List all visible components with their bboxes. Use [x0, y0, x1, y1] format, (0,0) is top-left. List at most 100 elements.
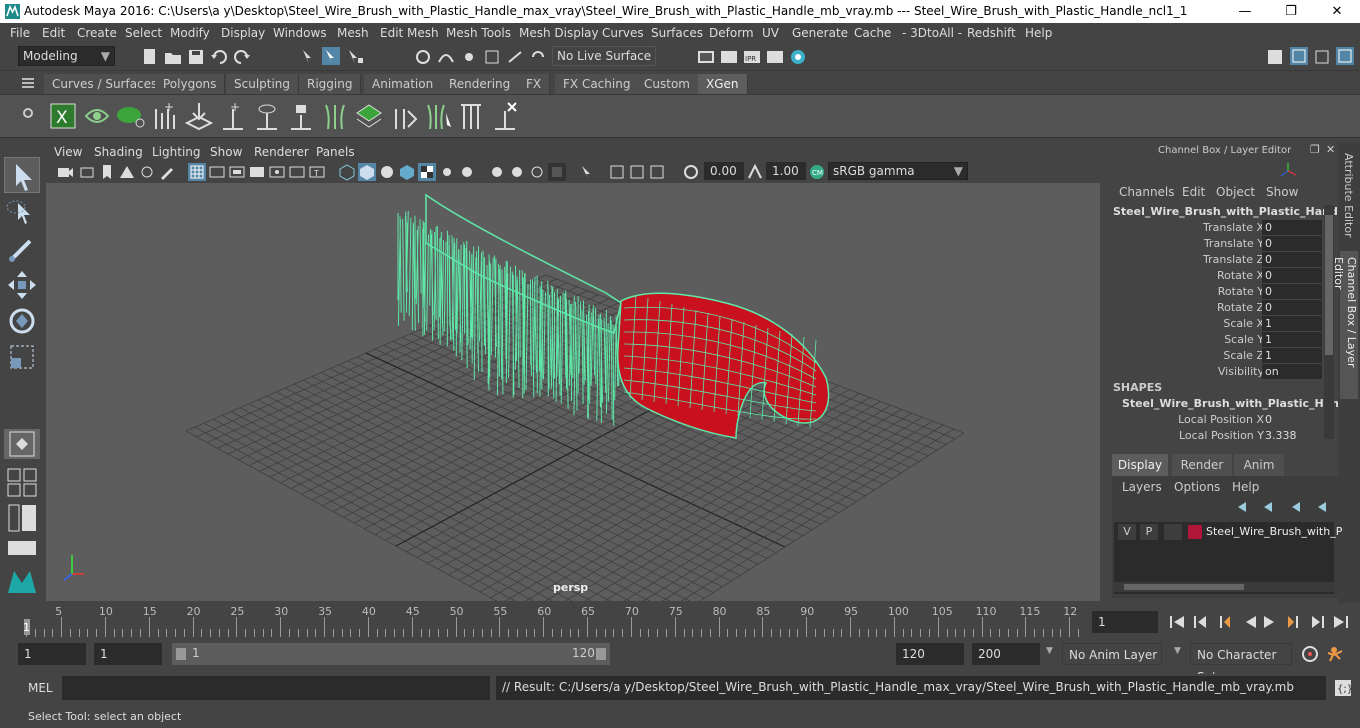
undo-icon[interactable]: [210, 48, 228, 66]
attribute-editor-tab[interactable]: Attribute Editor: [1342, 153, 1355, 238]
channel-box-tab[interactable]: Channel Box / Layer Editor: [1332, 251, 1358, 399]
menu-windows[interactable]: Windows: [273, 26, 327, 40]
toggle-tool-settings-icon[interactable]: [1313, 48, 1331, 66]
step-forward-icon[interactable]: [1312, 616, 1324, 628]
command-input[interactable]: [62, 676, 490, 700]
menu-3dtoall[interactable]: - 3DtoAll -: [902, 26, 962, 40]
xgen-preview-icon[interactable]: [84, 103, 110, 129]
channel-row[interactable]: Rotate Y0: [1106, 284, 1324, 300]
select-by-object-icon[interactable]: [322, 47, 340, 65]
save-scene-icon[interactable]: [187, 48, 205, 66]
xgen-add-guide-icon[interactable]: +: [220, 101, 246, 131]
live-surface-field[interactable]: No Live Surface: [552, 46, 656, 66]
channel-name[interactable]: Rotate X: [1217, 268, 1264, 284]
play-backwards-icon[interactable]: [1246, 616, 1256, 628]
four-view-layout-icon[interactable]: [6, 467, 38, 497]
channel-row[interactable]: Scale Y1: [1106, 332, 1324, 348]
layer-tab-display[interactable]: Display: [1112, 454, 1168, 476]
channel-row[interactable]: Rotate Z0: [1106, 300, 1324, 316]
animation-preferences-icon[interactable]: [1326, 644, 1348, 664]
exposure-icon[interactable]: [682, 163, 700, 181]
go-to-end-icon[interactable]: [1334, 616, 1348, 628]
channel-value[interactable]: 0: [1262, 220, 1322, 235]
channel-name[interactable]: Rotate Z: [1217, 300, 1264, 316]
backface-culling-icon[interactable]: [648, 163, 666, 181]
xgen-leaf-icon[interactable]: [116, 103, 146, 129]
layer-display-type[interactable]: [1164, 524, 1182, 540]
channel-name[interactable]: Translate X: [1203, 220, 1264, 236]
close-button[interactable]: ✕: [1314, 0, 1360, 23]
viewport-menu-shading[interactable]: Shading: [94, 145, 143, 159]
xray-joints-icon[interactable]: [608, 163, 626, 181]
xgen-delete-guide-icon[interactable]: [492, 101, 518, 131]
scale-tool-icon[interactable]: [4, 339, 40, 375]
xgen-editor-icon[interactable]: X: [50, 103, 76, 129]
start-frame-field[interactable]: 1: [18, 643, 86, 665]
mode-dropdown[interactable]: Modeling ▼: [18, 46, 115, 66]
graph-layout-icon[interactable]: [6, 539, 38, 557]
layer-options-menu[interactable]: Options: [1174, 480, 1220, 494]
film-gate-icon[interactable]: [208, 163, 226, 181]
snap-point-icon[interactable]: [460, 48, 478, 66]
menu-file[interactable]: File: [10, 26, 30, 40]
isolate-select-icon[interactable]: [578, 163, 596, 181]
xgen-comb-icon[interactable]: [424, 101, 454, 131]
anim-layer-dropdown[interactable]: No Anim Layer: [1062, 643, 1162, 665]
wire-brush-model[interactable]: [397, 193, 830, 439]
channel-value[interactable]: 0: [1262, 268, 1322, 283]
safe-title-icon[interactable]: T: [308, 163, 326, 181]
screen-space-ao-icon[interactable]: [488, 163, 506, 181]
chevron-down-icon[interactable]: ▼: [1174, 646, 1181, 656]
grid-toggle-icon[interactable]: [188, 163, 206, 181]
snap-curve-icon[interactable]: [437, 48, 455, 66]
channel-value[interactable]: 1: [1262, 316, 1322, 331]
layer-color-swatch[interactable]: [1188, 525, 1202, 539]
tab-animation[interactable]: Animation: [364, 74, 443, 94]
play-forwards-icon[interactable]: [1264, 616, 1274, 628]
tab-rigging[interactable]: Rigging: [299, 74, 362, 94]
menu-select[interactable]: Select: [125, 26, 162, 40]
motion-blur-icon[interactable]: [508, 163, 526, 181]
xgen-lock-guides-icon[interactable]: [288, 101, 314, 131]
shape-channel-row[interactable]: Local Position Y 3.338: [1106, 428, 1324, 444]
channel-name[interactable]: Translate Y: [1204, 236, 1264, 252]
character-set-dropdown[interactable]: No Character Set: [1190, 643, 1292, 684]
channel-name[interactable]: Local Position Y: [1179, 428, 1264, 444]
snap-live-icon[interactable]: [506, 48, 524, 66]
menu-uv[interactable]: UV: [762, 26, 779, 40]
xgen-cut-icon[interactable]: [458, 101, 484, 131]
select-tool-icon[interactable]: [4, 157, 40, 193]
render-current-frame-icon[interactable]: [720, 48, 738, 66]
channels-show-menu[interactable]: Show: [1266, 185, 1298, 199]
make-live-icon[interactable]: [529, 48, 547, 66]
xgen-place-icon[interactable]: [184, 101, 214, 131]
layer-row[interactable]: V P Steel_Wire_Brush_with_P: [1118, 524, 1342, 540]
channel-row[interactable]: Visibility on: [1106, 364, 1324, 380]
xgen-guides-icon[interactable]: +: [150, 101, 180, 131]
channel-name[interactable]: Local Position X: [1178, 412, 1264, 428]
menu-mesh-display[interactable]: Mesh Display: [519, 26, 599, 40]
textured-icon[interactable]: [398, 163, 416, 181]
channel-name[interactable]: Translate Z: [1203, 252, 1264, 268]
paint-select-tool-icon[interactable]: [4, 231, 40, 267]
camera-icon[interactable]: [56, 163, 74, 181]
workspace-icon[interactable]: [1266, 48, 1284, 66]
rotate-tool-icon[interactable]: [4, 303, 40, 339]
menu-cache[interactable]: Cache: [854, 26, 891, 40]
safe-action-icon[interactable]: [288, 163, 306, 181]
layer-tab-render[interactable]: Render: [1172, 454, 1232, 476]
shelf-menu-icon[interactable]: [22, 78, 34, 88]
redo-icon[interactable]: [233, 48, 251, 66]
maximize-button[interactable]: ❐: [1268, 0, 1314, 23]
hypershade-icon[interactable]: [789, 48, 807, 66]
wireframe-on-shaded-icon[interactable]: [378, 163, 396, 181]
viewport-menu-show[interactable]: Show: [210, 145, 242, 159]
shelf-settings-icon[interactable]: [22, 107, 34, 119]
resolution-gate-icon[interactable]: [228, 163, 246, 181]
layer-horizontal-scrollbar[interactable]: [1114, 582, 1334, 592]
xgen-show-guides-icon[interactable]: [254, 101, 280, 131]
exposure-field[interactable]: 0.00: [704, 162, 744, 180]
layer-name[interactable]: Steel_Wire_Brush_with_P: [1206, 524, 1342, 540]
channel-value[interactable]: 0: [1262, 412, 1322, 427]
step-back-key-icon[interactable]: [1220, 616, 1230, 628]
